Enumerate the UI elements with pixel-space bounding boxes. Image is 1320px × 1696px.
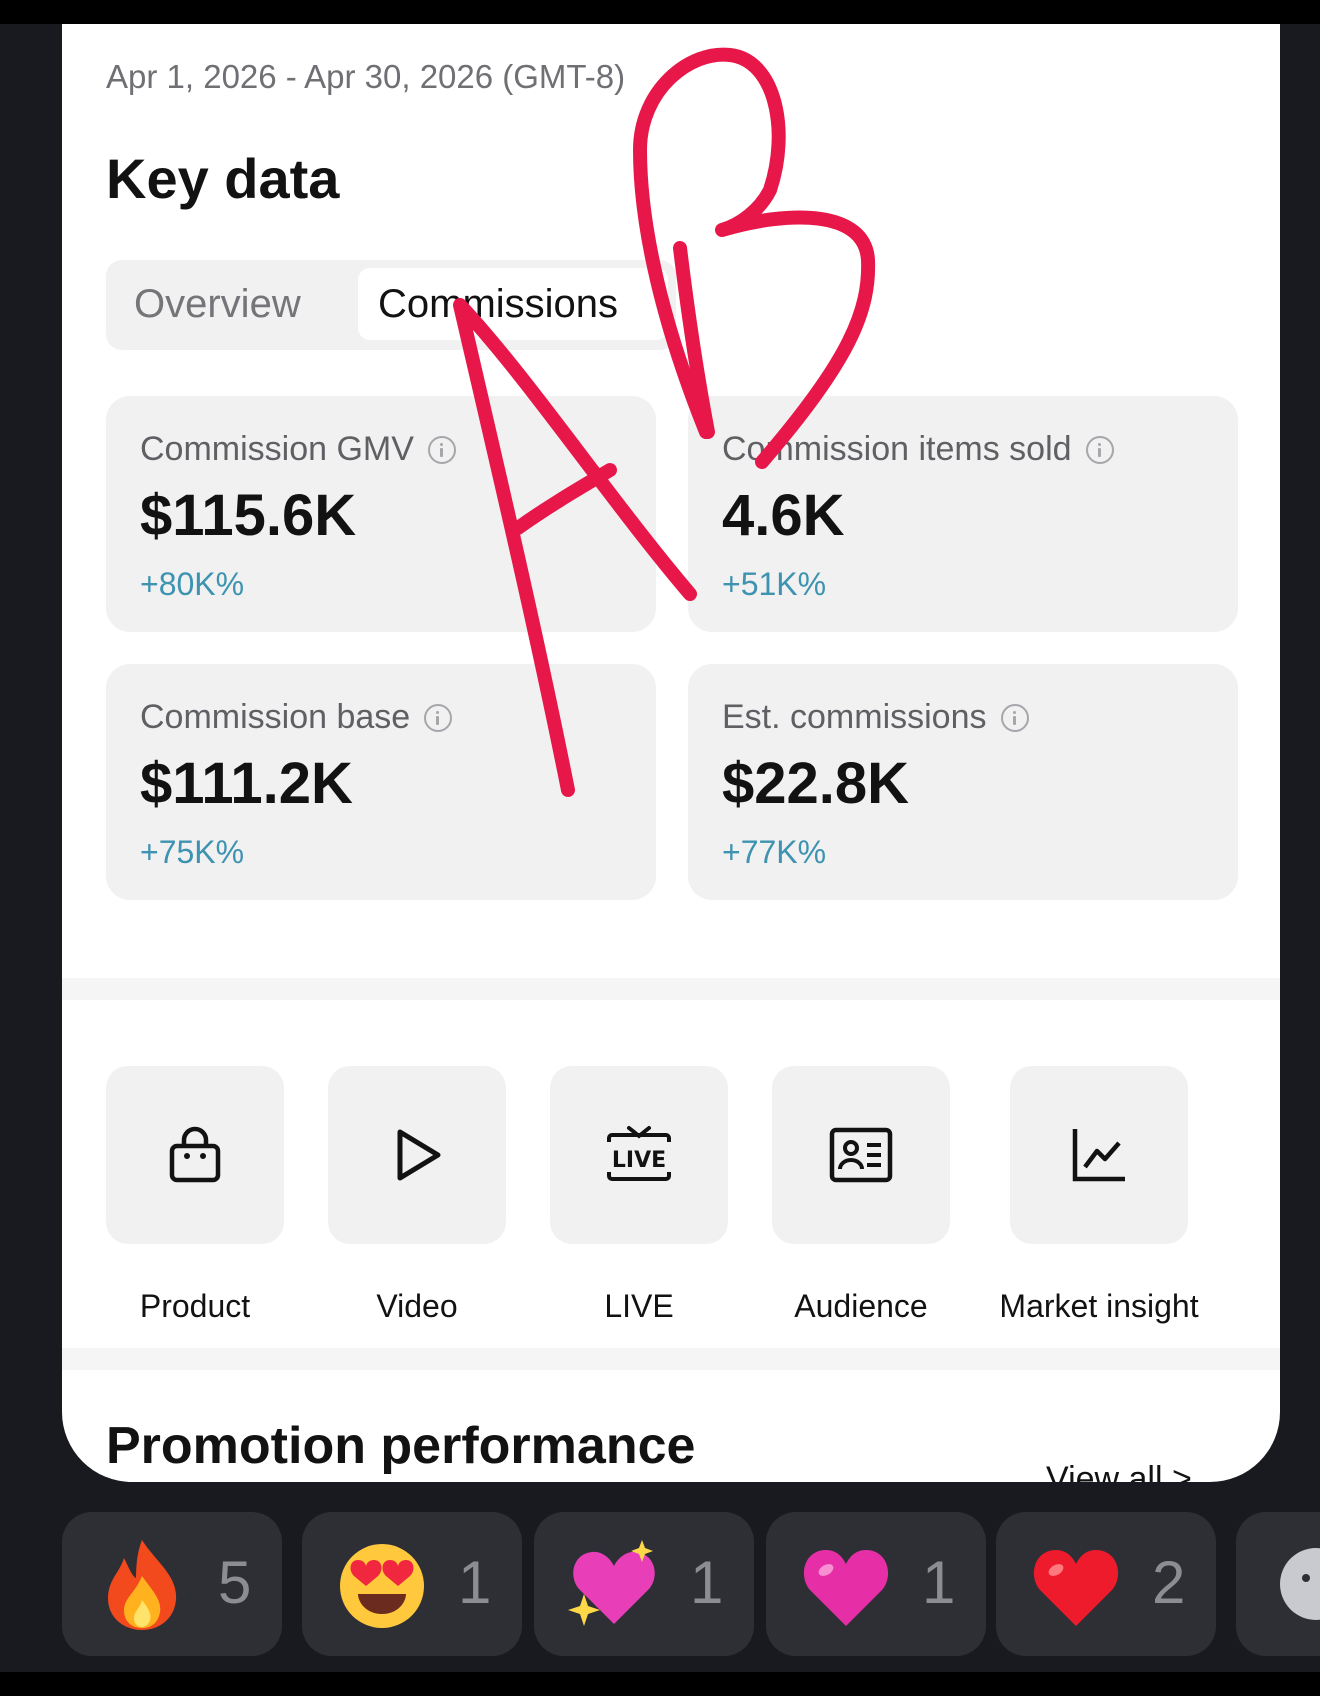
metric-delta: +77K% bbox=[722, 834, 827, 870]
metric-value: $111.2K bbox=[140, 751, 353, 816]
tool-audience[interactable]: Audience bbox=[772, 1066, 950, 1324]
svg-text:LIVE: LIVE bbox=[612, 1148, 666, 1173]
reaction-count: 1 bbox=[458, 1549, 492, 1616]
metric-value: 4.6K bbox=[722, 483, 845, 548]
metric-commission-gmv[interactable]: Commission GMV $115.6K +80K% bbox=[106, 396, 656, 632]
metric-label: Commission items sold bbox=[722, 430, 1072, 468]
shopping-bag-icon bbox=[169, 1126, 221, 1183]
bottom-black-bar bbox=[0, 1672, 1320, 1696]
reaction-red-heart[interactable]: 2 bbox=[996, 1512, 1216, 1656]
metric-label: Commission base bbox=[140, 698, 411, 736]
reaction-count: 5 bbox=[218, 1549, 252, 1616]
reaction-heart-eyes[interactable]: 1 bbox=[302, 1512, 522, 1656]
tool-live[interactable]: LIVE LIVE bbox=[550, 1066, 728, 1324]
metric-delta: +80K% bbox=[140, 566, 245, 602]
tool-live-box[interactable]: LIVE bbox=[550, 1066, 728, 1244]
play-icon bbox=[397, 1129, 441, 1181]
metric-label-row: Commission base bbox=[140, 698, 453, 737]
metric-label-row: Commission items sold bbox=[722, 430, 1114, 469]
key-data-title: Key data bbox=[106, 147, 340, 210]
reaction-pink-heart[interactable]: 1 bbox=[766, 1512, 986, 1656]
pink-heart-icon bbox=[803, 1550, 889, 1626]
section-divider bbox=[62, 978, 1280, 1000]
tool-label: Market insight bbox=[999, 1288, 1199, 1324]
live-tv-icon: LIVE bbox=[607, 1126, 671, 1181]
view-all-link[interactable]: View all > bbox=[1046, 1460, 1192, 1482]
info-icon[interactable] bbox=[1085, 435, 1114, 464]
reaction-count: 2 bbox=[1152, 1549, 1186, 1616]
reaction-count: 1 bbox=[922, 1549, 956, 1616]
date-range[interactable]: Apr 1, 2026 - Apr 30, 2026 (GMT-8) bbox=[106, 58, 625, 96]
metric-delta: +75K% bbox=[140, 834, 245, 870]
tool-market-insight[interactable]: Market insight bbox=[999, 1066, 1199, 1324]
metric-label: Est. commissions bbox=[722, 698, 987, 736]
metric-label-row: Commission GMV bbox=[140, 430, 456, 469]
smiley-icon bbox=[1280, 1548, 1320, 1620]
key-data-tabs: Overview Commissions bbox=[106, 260, 676, 350]
reaction-sparkling-heart[interactable]: 1 bbox=[534, 1512, 754, 1656]
top-black-bar bbox=[0, 0, 1320, 24]
tool-market-insight-box[interactable] bbox=[1010, 1066, 1188, 1244]
add-reaction-button[interactable] bbox=[1236, 1512, 1320, 1656]
metric-delta: +51K% bbox=[722, 566, 827, 602]
tool-video[interactable]: Video bbox=[328, 1066, 506, 1324]
tool-video-box[interactable] bbox=[328, 1066, 506, 1244]
analytics-card: Apr 1, 2026 - Apr 30, 2026 (GMT-8) Key d… bbox=[62, 24, 1280, 1482]
metric-value: $22.8K bbox=[722, 751, 910, 816]
metric-commission-base[interactable]: Commission base $111.2K +75K% bbox=[106, 664, 656, 900]
reaction-fire[interactable]: 5 bbox=[62, 1512, 282, 1656]
red-heart-icon bbox=[1033, 1550, 1119, 1626]
section-divider bbox=[62, 1348, 1280, 1370]
metric-label: Commission GMV bbox=[140, 430, 414, 468]
tool-audience-box[interactable] bbox=[772, 1066, 950, 1244]
metric-est-commissions[interactable]: Est. commissions $22.8K +77K% bbox=[688, 664, 1238, 900]
tab-commissions[interactable]: Commissions bbox=[358, 268, 668, 340]
tab-overview[interactable]: Overview bbox=[134, 268, 301, 340]
id-card-icon bbox=[829, 1127, 893, 1183]
metric-label-row: Est. commissions bbox=[722, 698, 1029, 737]
line-chart-icon bbox=[1072, 1129, 1125, 1182]
tool-product-box[interactable] bbox=[106, 1066, 284, 1244]
metric-commission-items-sold[interactable]: Commission items sold 4.6K +51K% bbox=[688, 396, 1238, 632]
info-icon[interactable] bbox=[424, 703, 453, 732]
promotion-performance-title: Promotion performance bbox=[106, 1417, 696, 1475]
info-icon[interactable] bbox=[1000, 703, 1029, 732]
heart-eyes-face-icon bbox=[340, 1544, 424, 1628]
tool-product[interactable]: Product bbox=[106, 1066, 284, 1324]
metric-value: $115.6K bbox=[140, 483, 357, 548]
sparkling-heart-icon bbox=[568, 1540, 655, 1626]
fire-icon bbox=[108, 1540, 177, 1630]
info-icon[interactable] bbox=[427, 435, 456, 464]
reaction-count: 1 bbox=[690, 1549, 724, 1616]
